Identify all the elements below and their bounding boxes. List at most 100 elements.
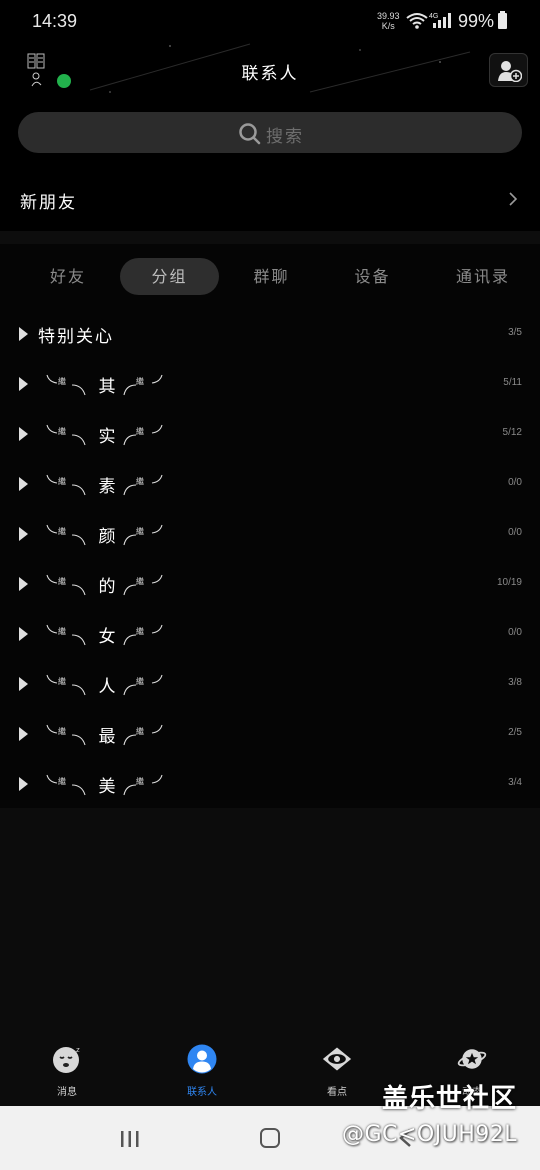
group-name: 特别关心	[38, 327, 114, 347]
chevron-right-icon	[509, 192, 518, 206]
group-name: 女	[98, 627, 116, 647]
group-row[interactable]: 繼 的 繼 10/19	[0, 558, 540, 608]
group-name: 的	[98, 577, 116, 597]
search-icon	[239, 123, 261, 145]
add-contact-button[interactable]	[489, 53, 528, 87]
group-count: 3/8	[508, 677, 522, 688]
tab-groups[interactable]: 分组	[120, 258, 219, 295]
expand-triangle-icon	[19, 477, 28, 491]
group-row[interactable]: 繼 素 繼 0/0	[0, 458, 540, 508]
svg-text:繼: 繼	[58, 426, 66, 436]
decoration-left: 繼	[46, 524, 86, 546]
svg-text:繼: 繼	[58, 526, 66, 536]
group-row[interactable]: 繼 实 繼 5/12	[0, 408, 540, 458]
battery-icon	[498, 11, 507, 29]
header: 联系人	[0, 42, 540, 102]
group-count: 10/19	[496, 577, 522, 588]
nav-contacts-label: 联系人	[187, 1087, 217, 1098]
group-count: 0/0	[508, 627, 522, 638]
expand-triangle-icon	[19, 427, 28, 441]
svg-text:繼: 繼	[58, 776, 66, 786]
group-count: 3/4	[508, 777, 522, 788]
group-count: 0/0	[508, 527, 522, 538]
group-name: 最	[98, 727, 116, 747]
battery-percent: 99%	[458, 11, 495, 31]
decoration-left: 繼	[46, 574, 86, 596]
svg-text:繼: 繼	[58, 376, 66, 386]
svg-text:繼: 繼	[58, 676, 66, 686]
svg-text:繼: 繼	[136, 626, 144, 636]
planet-icon	[457, 1049, 487, 1069]
decoration-left: 繼	[46, 674, 86, 696]
add-contact-icon	[498, 61, 522, 82]
message-icon: z	[53, 1046, 80, 1073]
recent-apps-icon[interactable]	[120, 1130, 140, 1148]
svg-text:繼: 繼	[58, 626, 66, 636]
status-time: 14:39	[32, 11, 78, 31]
svg-text:z: z	[76, 1046, 80, 1054]
group-count: 5/12	[502, 427, 522, 438]
decoration-right: 繼	[123, 474, 163, 496]
group-count: 3/5	[508, 327, 522, 338]
network-speed-value: 39.93	[377, 11, 400, 21]
section-divider	[0, 231, 540, 244]
search-bar[interactable]: 搜索	[18, 112, 522, 153]
group-name: 人	[98, 677, 116, 697]
decoration-right: 繼	[123, 574, 163, 596]
wifi-icon	[406, 13, 428, 29]
group-name: 颜	[98, 527, 116, 547]
svg-text:繼: 繼	[136, 376, 144, 386]
group-row[interactable]: 繼 其 繼 5/11	[0, 358, 540, 408]
svg-text:繼: 繼	[136, 676, 144, 686]
nav-contacts[interactable]: 联系人	[157, 1044, 247, 1102]
page-title: 联系人	[241, 64, 299, 84]
tab-address-book[interactable]: 通讯录	[424, 258, 540, 295]
expand-triangle-icon	[19, 777, 28, 791]
expand-triangle-icon	[19, 727, 28, 741]
group-row[interactable]: 特别关心 3/5	[0, 308, 540, 358]
status-bar: 14:39 39.93 K/s 4G 99%	[0, 0, 540, 42]
group-count: 5/11	[503, 377, 522, 388]
decoration-left: 繼	[46, 624, 86, 646]
nav-watch-label: 看点	[327, 1087, 347, 1098]
group-row[interactable]: 繼 女 繼 0/0	[0, 608, 540, 658]
empty-area	[0, 808, 540, 1038]
nav-watch[interactable]: 看点	[292, 1044, 382, 1102]
group-row[interactable]: 繼 美 繼 3/4	[0, 758, 540, 808]
decoration-left: 繼	[46, 724, 86, 746]
group-row[interactable]: 繼 人 繼 3/8	[0, 658, 540, 708]
expand-triangle-icon	[19, 327, 28, 341]
expand-triangle-icon	[19, 627, 28, 641]
svg-text:繼: 繼	[136, 576, 144, 586]
group-row[interactable]: 繼 颜 繼 0/0	[0, 508, 540, 558]
group-name: 美	[98, 777, 116, 797]
expand-triangle-icon	[19, 577, 28, 591]
group-name: 素	[98, 477, 116, 497]
tab-friends[interactable]: 好友	[18, 258, 118, 295]
tab-devices[interactable]: 设备	[323, 258, 422, 295]
contacts-icon	[187, 1044, 217, 1074]
group-name: 实	[98, 427, 116, 447]
svg-text:繼: 繼	[136, 776, 144, 786]
home-icon[interactable]	[260, 1128, 280, 1148]
search-placeholder: 搜索	[266, 127, 304, 147]
decoration-right: 繼	[123, 424, 163, 446]
group-count: 2/5	[508, 727, 522, 738]
group-row[interactable]: 繼 最 繼 2/5	[0, 708, 540, 758]
watermark-title: 盖乐世社区	[382, 1084, 518, 1114]
expand-triangle-icon	[19, 527, 28, 541]
nav-messages[interactable]: z 消息	[22, 1044, 112, 1102]
nav-messages-label: 消息	[57, 1087, 77, 1098]
decoration-right: 繼	[123, 724, 163, 746]
svg-text:繼: 繼	[136, 526, 144, 536]
decoration-right: 繼	[123, 674, 163, 696]
group-count: 0/0	[508, 477, 522, 488]
tab-group-chats[interactable]: 群聊	[222, 258, 321, 295]
expand-triangle-icon	[19, 377, 28, 391]
network-speed: 39.93 K/s	[377, 11, 400, 31]
decoration-left: 繼	[46, 374, 86, 396]
eye-icon	[322, 1047, 352, 1071]
svg-text:繼: 繼	[136, 726, 144, 736]
new-friends-row[interactable]: 新朋友	[0, 172, 540, 228]
group-name: 其	[98, 377, 116, 397]
